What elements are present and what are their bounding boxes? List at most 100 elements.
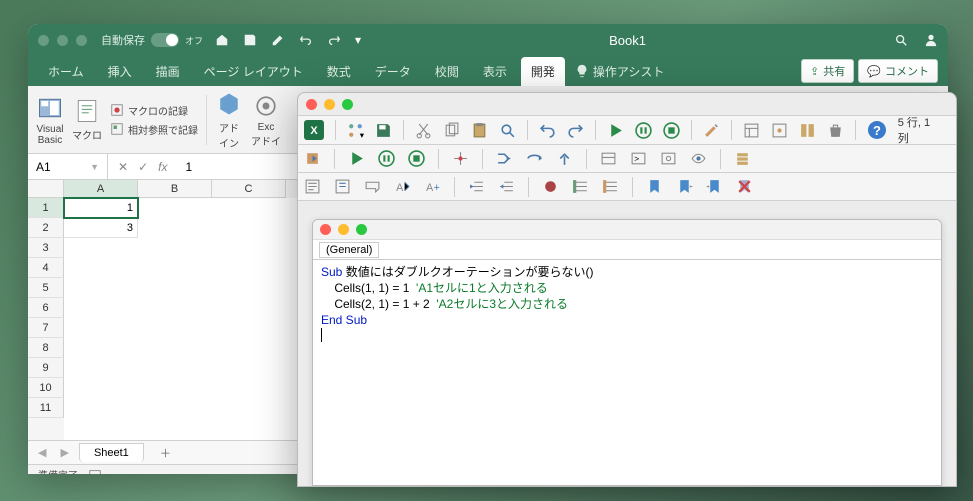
parameter-info-icon[interactable]: A bbox=[394, 178, 411, 195]
redo-icon[interactable] bbox=[327, 33, 341, 47]
find-icon[interactable] bbox=[499, 122, 516, 139]
comment-block-icon[interactable] bbox=[572, 178, 589, 195]
share-button[interactable]: ⇪共有 bbox=[801, 59, 854, 83]
window-controls[interactable] bbox=[38, 35, 87, 46]
pause-icon[interactable] bbox=[635, 122, 652, 139]
name-box[interactable]: A1▼ bbox=[28, 154, 108, 179]
fx-icon[interactable]: fx bbox=[158, 160, 167, 174]
cell-a2[interactable]: 3 bbox=[64, 218, 138, 238]
minimize-icon[interactable] bbox=[338, 224, 349, 235]
quick-info-icon[interactable] bbox=[364, 178, 381, 195]
home-icon[interactable] bbox=[215, 33, 229, 47]
tab-home[interactable]: ホーム bbox=[38, 57, 94, 86]
tab-data[interactable]: データ bbox=[365, 57, 421, 86]
zoom-icon[interactable] bbox=[356, 224, 367, 235]
enter-icon[interactable]: ✓ bbox=[138, 160, 148, 174]
save-icon[interactable] bbox=[243, 33, 257, 47]
properties-icon[interactable] bbox=[771, 122, 788, 139]
tab-prev-icon[interactable]: ◀ bbox=[34, 446, 50, 459]
run-icon[interactable] bbox=[348, 150, 365, 167]
list-properties-icon[interactable] bbox=[304, 178, 321, 195]
project-explorer-icon[interactable] bbox=[743, 122, 760, 139]
tab-draw[interactable]: 描画 bbox=[146, 57, 190, 86]
breakpoint-toggle-icon[interactable] bbox=[542, 178, 559, 195]
row-header[interactable]: 3 bbox=[28, 238, 64, 258]
undo-icon[interactable] bbox=[539, 122, 556, 139]
close-icon[interactable] bbox=[320, 224, 331, 235]
row-header[interactable]: 1 bbox=[28, 198, 64, 218]
cell-a1[interactable]: 1 bbox=[64, 198, 138, 218]
visual-basic-button[interactable]: Visual Basic bbox=[36, 94, 64, 146]
insert-module-icon[interactable]: ▾ bbox=[347, 122, 364, 139]
bookmark-clear-icon[interactable] bbox=[736, 178, 753, 195]
row-header[interactable]: 4 bbox=[28, 258, 64, 278]
tab-next-icon[interactable]: ▶ bbox=[56, 446, 72, 459]
minimize-icon[interactable] bbox=[324, 99, 335, 110]
column-header[interactable]: B bbox=[138, 180, 212, 198]
stop-icon[interactable] bbox=[663, 122, 680, 139]
breakpoint-icon[interactable] bbox=[452, 150, 469, 167]
zoom-icon[interactable] bbox=[76, 35, 87, 46]
object-combo[interactable]: (General) bbox=[319, 242, 379, 258]
select-all-corner[interactable] bbox=[28, 180, 64, 198]
row-header[interactable]: 5 bbox=[28, 278, 64, 298]
paste-icon[interactable] bbox=[471, 122, 488, 139]
row-header[interactable]: 7 bbox=[28, 318, 64, 338]
edit-icon[interactable] bbox=[271, 33, 285, 47]
tell-me[interactable]: 操作アシスト bbox=[575, 63, 665, 80]
quick-watch-icon[interactable] bbox=[690, 150, 707, 167]
column-header[interactable]: C bbox=[212, 180, 286, 198]
undo-icon[interactable] bbox=[299, 33, 313, 47]
list-constants-icon[interactable] bbox=[334, 178, 351, 195]
excel-addins-button[interactable]: Exc アドイ bbox=[251, 92, 281, 148]
save-icon[interactable] bbox=[375, 122, 392, 139]
record-macro-button[interactable]: マクロの記録 bbox=[110, 103, 198, 118]
cut-icon[interactable] bbox=[415, 122, 432, 139]
minimize-icon[interactable] bbox=[57, 35, 68, 46]
redo-icon[interactable] bbox=[567, 122, 584, 139]
sheet-tab[interactable]: Sheet1 bbox=[79, 443, 144, 462]
row-header[interactable]: 9 bbox=[28, 358, 64, 378]
toolbox-icon[interactable] bbox=[827, 122, 844, 139]
pause-icon[interactable] bbox=[378, 150, 395, 167]
uncomment-block-icon[interactable] bbox=[602, 178, 619, 195]
row-header[interactable]: 8 bbox=[28, 338, 64, 358]
immediate-icon[interactable]: > bbox=[630, 150, 647, 167]
formula-content[interactable]: 1 bbox=[177, 160, 200, 174]
step-over-icon[interactable] bbox=[526, 150, 543, 167]
tab-formulas[interactable]: 数式 bbox=[317, 57, 361, 86]
locals-icon[interactable] bbox=[600, 150, 617, 167]
autosave-toggle[interactable]: 自動保存 オフ bbox=[101, 32, 203, 48]
step-into-icon[interactable] bbox=[496, 150, 513, 167]
indent-icon[interactable] bbox=[468, 178, 485, 195]
row-header[interactable]: 6 bbox=[28, 298, 64, 318]
tab-review[interactable]: 校閲 bbox=[425, 57, 469, 86]
help-icon[interactable]: ? bbox=[867, 120, 887, 140]
account-icon[interactable] bbox=[924, 33, 938, 47]
row-header[interactable]: 2 bbox=[28, 218, 64, 238]
search-icon[interactable] bbox=[894, 33, 908, 47]
bookmark-next-icon[interactable] bbox=[676, 178, 693, 195]
column-header[interactable]: A bbox=[64, 180, 138, 198]
compile-icon[interactable] bbox=[304, 150, 321, 167]
bookmark-prev-icon[interactable] bbox=[706, 178, 723, 195]
tab-page-layout[interactable]: ページ レイアウト bbox=[194, 57, 313, 86]
accessibility-icon[interactable] bbox=[88, 468, 102, 475]
stop-icon[interactable] bbox=[408, 150, 425, 167]
complete-word-icon[interactable]: A+ bbox=[424, 178, 441, 195]
add-sheet-button[interactable]: ＋ bbox=[150, 445, 181, 461]
tab-developer[interactable]: 開発 bbox=[521, 57, 565, 86]
run-icon[interactable] bbox=[607, 122, 624, 139]
zoom-icon[interactable] bbox=[342, 99, 353, 110]
code-editor[interactable]: Sub 数値にはダブルクオーテーションが要らない() Cells(1, 1) =… bbox=[313, 260, 941, 350]
chevron-down-icon[interactable]: ▼ bbox=[90, 162, 99, 172]
toggle-icon[interactable] bbox=[151, 33, 179, 47]
step-out-icon[interactable] bbox=[556, 150, 573, 167]
call-stack-icon[interactable] bbox=[734, 150, 751, 167]
row-header[interactable]: 11 bbox=[28, 398, 64, 418]
comments-button[interactable]: 💬コメント bbox=[858, 59, 938, 83]
addins-button[interactable]: アド イン bbox=[215, 90, 243, 150]
outdent-icon[interactable] bbox=[498, 178, 515, 195]
tab-insert[interactable]: 挿入 bbox=[98, 57, 142, 86]
bookmark-toggle-icon[interactable] bbox=[646, 178, 663, 195]
